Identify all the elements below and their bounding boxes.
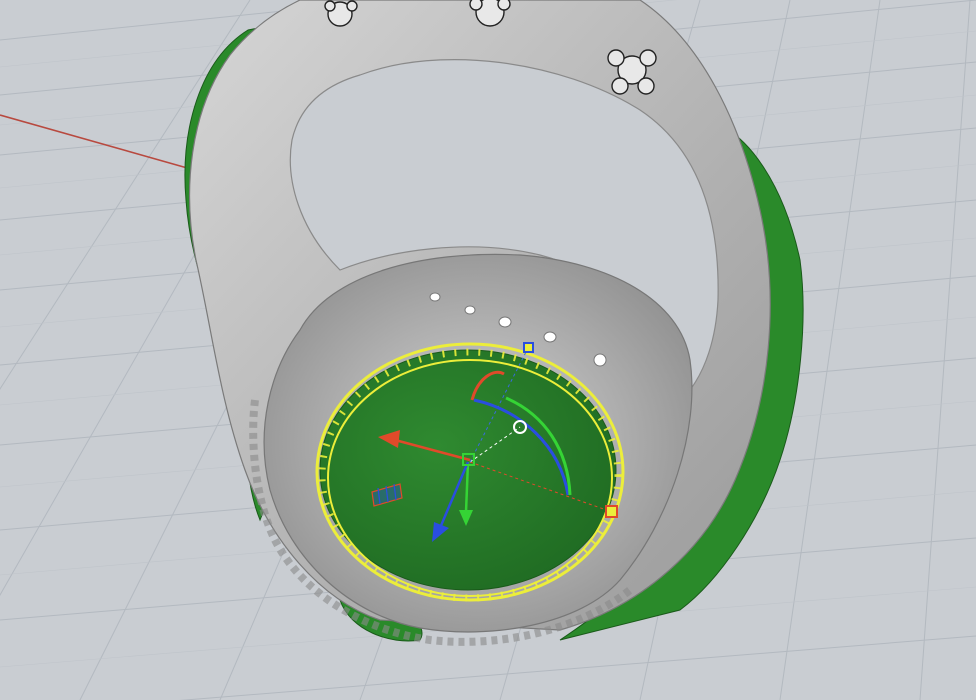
top-handle[interactable] xyxy=(523,342,534,353)
scale-handle[interactable] xyxy=(605,505,618,518)
viewport-perspective[interactable] xyxy=(0,0,976,700)
